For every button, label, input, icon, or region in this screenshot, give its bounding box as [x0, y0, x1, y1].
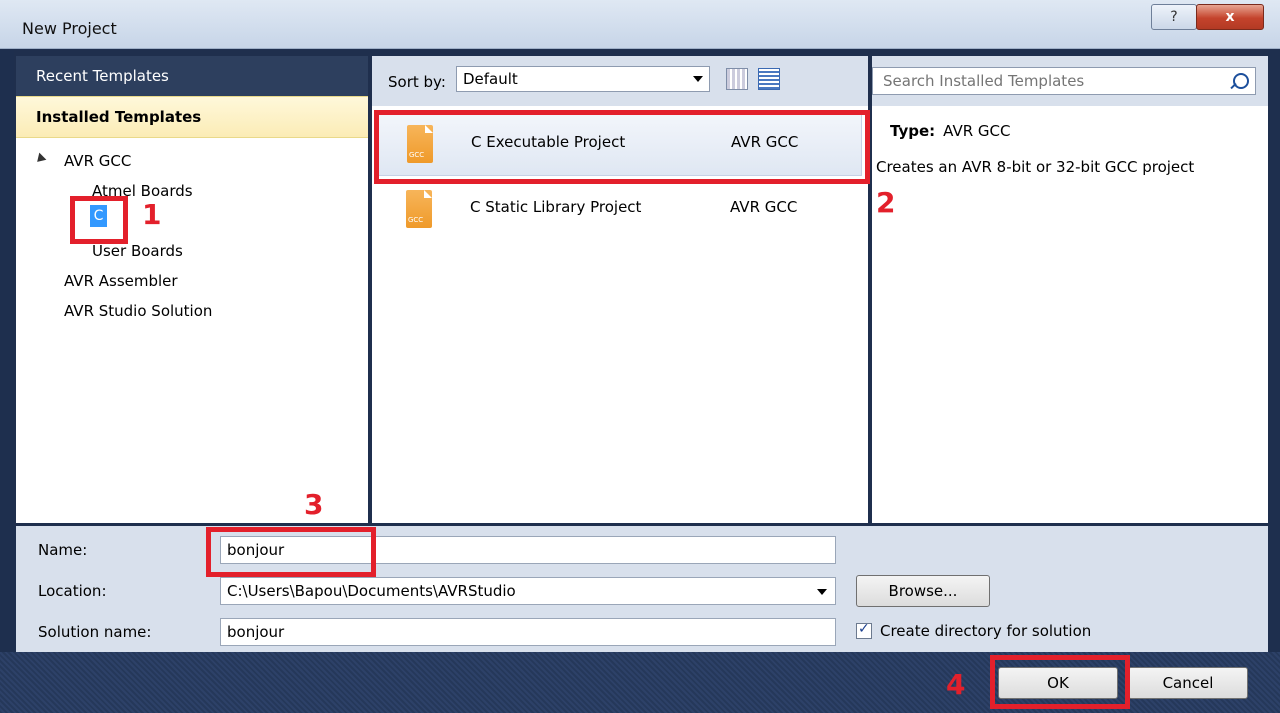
solution-name-label: Solution name: — [38, 623, 152, 641]
chevron-down-icon — [693, 76, 703, 82]
annotation-number-2: 2 — [876, 186, 896, 219]
create-directory-checkbox[interactable] — [856, 621, 872, 639]
window-title: New Project — [22, 19, 117, 38]
list-view-icon[interactable] — [758, 68, 780, 90]
cancel-button[interactable]: Cancel — [1128, 667, 1248, 699]
location-label: Location: — [38, 582, 107, 600]
template-details-pane: Type: AVR GCC Creates an AVR 8-bit or 32-… — [872, 56, 1268, 523]
template-description: Creates an AVR 8-bit or 32-bit GCC proje… — [876, 158, 1195, 176]
gcc-file-icon: GCC — [406, 190, 432, 228]
close-button[interactable]: x — [1196, 4, 1264, 30]
title-bar: New Project ? x — [0, 0, 1280, 49]
annotation-box-4 — [990, 655, 1130, 709]
annotation-number-3: 3 — [304, 488, 324, 521]
search-toolbar — [872, 56, 1268, 106]
type-label: Type: — [890, 122, 936, 140]
tree-item-avr-gcc[interactable]: AVR GCC — [64, 152, 131, 170]
annotation-box-2 — [374, 110, 870, 184]
chevron-down-icon[interactable] — [817, 589, 827, 595]
sort-toolbar: Sort by: Default — [372, 56, 868, 106]
tree-item-avr-assembler[interactable]: AVR Assembler — [64, 272, 178, 290]
location-field[interactable]: C:\Users\Bapou\Documents\AVRStudio — [220, 577, 836, 605]
solution-name-field[interactable]: bonjour — [220, 618, 836, 646]
annotation-box-3 — [206, 527, 376, 577]
search-icon[interactable] — [1233, 73, 1249, 89]
tree-item-avr-studio-solution[interactable]: AVR Studio Solution — [64, 302, 212, 320]
browse-button[interactable]: Browse... — [856, 575, 990, 607]
small-icons-view-icon[interactable] — [726, 68, 748, 90]
sort-select[interactable]: Default — [456, 66, 710, 92]
project-form: Name: bonjour Location: C:\Users\Bapou\D… — [16, 526, 1268, 652]
create-directory-label[interactable]: Create directory for solution — [880, 622, 1091, 640]
location-value: C:\Users\Bapou\Documents\AVRStudio — [227, 582, 516, 600]
sort-select-value: Default — [463, 70, 518, 88]
annotation-number-1: 1 — [142, 198, 162, 231]
name-label: Name: — [38, 541, 88, 559]
template-type-line: Type: AVR GCC — [890, 122, 1010, 140]
new-project-dialog: New Project ? x Recent Templates Install… — [0, 0, 1280, 713]
tree-item-user-boards[interactable]: User Boards — [92, 242, 183, 260]
sort-by-label: Sort by: — [388, 73, 446, 91]
template-name: C Static Library Project — [470, 198, 642, 216]
template-type: AVR GCC — [730, 198, 798, 216]
help-button[interactable]: ? — [1151, 4, 1197, 30]
search-box[interactable] — [872, 67, 1256, 95]
type-value: AVR GCC — [943, 122, 1011, 140]
annotation-number-4: 4 — [946, 668, 966, 701]
annotation-box-1 — [70, 196, 128, 244]
template-item-c-static-library[interactable]: GCC C Static Library Project AVR GCC — [378, 178, 862, 242]
search-input[interactable] — [881, 71, 1225, 91]
installed-templates-header[interactable]: Installed Templates — [16, 96, 368, 138]
recent-templates-header[interactable]: Recent Templates — [16, 56, 368, 96]
